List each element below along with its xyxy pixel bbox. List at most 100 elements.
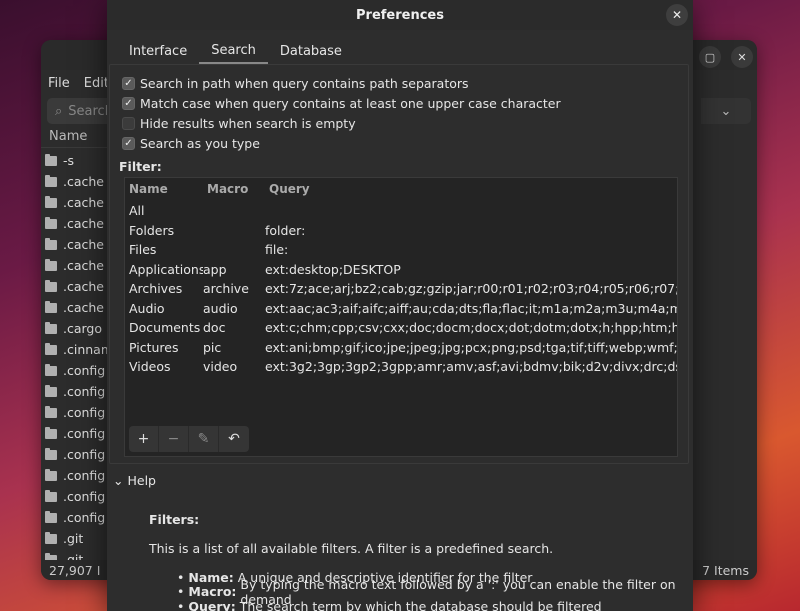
search-icon: ⌕	[55, 104, 62, 119]
table-row[interactable]: Picturespicext:ani;bmp;gif;ico;jpe;jpeg;…	[125, 338, 677, 358]
table-row[interactable]: All	[125, 201, 677, 221]
column-header-macro[interactable]: Macro	[203, 182, 265, 196]
folder-icon	[45, 240, 57, 250]
folder-icon	[45, 492, 57, 502]
folder-icon	[45, 219, 57, 229]
menu-edit[interactable]: Edit	[84, 76, 109, 91]
column-header-name[interactable]: Name	[41, 126, 107, 148]
folder-icon	[45, 282, 57, 292]
file-list-item[interactable]: .cache	[45, 276, 113, 297]
help-expander[interactable]: ⌄ Help	[113, 470, 156, 490]
table-header: Name Macro Query	[125, 178, 677, 200]
cell-macro: video	[203, 359, 265, 374]
option-search-as-you-type[interactable]: ✓ Search as you type	[122, 133, 561, 153]
table-row[interactable]: Filesfile:	[125, 240, 677, 260]
close-icon[interactable]: ✕	[731, 46, 753, 68]
tab-interface[interactable]: Interface	[117, 38, 199, 64]
cell-macro: pic	[203, 340, 265, 355]
help-section: Filters: This is a list of all available…	[149, 512, 679, 611]
tab-database[interactable]: Database	[268, 38, 354, 64]
file-list-item[interactable]: .cache	[45, 234, 113, 255]
option-match-case[interactable]: ✓ Match case when query contains at leas…	[122, 93, 561, 113]
remove-filter-button[interactable]: −	[159, 426, 189, 452]
file-list-item[interactable]: .config	[45, 507, 113, 528]
option-label: Search as you type	[140, 136, 260, 151]
checkbox[interactable]: ✓	[122, 77, 135, 90]
cell-macro: app	[203, 262, 265, 277]
column-header-name[interactable]: Name	[125, 182, 203, 196]
cell-name: Videos	[125, 359, 203, 374]
preferences-dialog: Preferences ✕ Interface Search Database …	[107, 0, 693, 611]
file-list-item[interactable]: .config	[45, 381, 113, 402]
cell-query: ext:3g2;3gp;3gp2;3gpp;amr;amv;asf;avi;bd…	[265, 359, 677, 374]
restore-defaults-button[interactable]: ↶	[219, 426, 249, 452]
help-list: Name: A unique and descriptive identifie…	[149, 570, 679, 611]
folder-icon	[45, 366, 57, 376]
close-icon[interactable]: ✕	[666, 4, 688, 26]
checkbox[interactable]: ✓	[122, 137, 135, 150]
checkbox[interactable]: ✓	[122, 97, 135, 110]
filter-rows: AllFoldersfolder:Filesfile:Applicationsa…	[125, 201, 677, 377]
option-search-in-path[interactable]: ✓ Search in path when query contains pat…	[122, 73, 561, 93]
file-name: .config	[63, 363, 105, 378]
folder-icon	[45, 324, 57, 334]
help-toggle-label: Help	[127, 473, 156, 488]
file-name: .cargo	[63, 321, 102, 336]
folder-icon	[45, 156, 57, 166]
file-list-item[interactable]: .cache	[45, 192, 113, 213]
cell-query: ext:desktop;DESKTOP	[265, 262, 677, 277]
table-row[interactable]: Applicationsappext:desktop;DESKTOP	[125, 260, 677, 280]
table-row[interactable]: Foldersfolder:	[125, 221, 677, 241]
file-list-item[interactable]: .cinnam	[45, 339, 113, 360]
maximize-icon[interactable]: ▢	[699, 46, 721, 68]
filter-toolbar: + − ✎ ↶	[129, 426, 249, 452]
table-row[interactable]: Documentsdocext:c;chm;cpp;csv;cxx;doc;do…	[125, 318, 677, 338]
cell-macro: audio	[203, 301, 265, 316]
cell-name: Files	[125, 242, 203, 257]
edit-filter-button[interactable]: ✎	[189, 426, 219, 452]
chevron-down-icon: ⌄	[113, 473, 123, 488]
help-heading: Filters:	[149, 512, 679, 527]
file-list-item[interactable]: .config	[45, 444, 113, 465]
folder-icon	[45, 534, 57, 544]
file-list-item[interactable]: .cache	[45, 255, 113, 276]
file-name: .config	[63, 426, 105, 441]
tab-search[interactable]: Search	[199, 38, 268, 64]
file-name: .cache	[63, 300, 104, 315]
filter-table: Name Macro Query AllFoldersfolder:Filesf…	[124, 177, 678, 457]
cell-name: Pictures	[125, 340, 203, 355]
column-header-query[interactable]: Query	[265, 182, 677, 196]
folder-icon	[45, 408, 57, 418]
file-list-item[interactable]: .config	[45, 423, 113, 444]
option-hide-results-empty[interactable]: Hide results when search is empty	[122, 113, 561, 133]
table-row[interactable]: Archivesarchiveext:7z;ace;arj;bz2;cab;gz…	[125, 279, 677, 299]
file-list-item[interactable]: .cache	[45, 213, 113, 234]
file-name: .config	[63, 510, 105, 525]
file-list-item[interactable]: .cargo	[45, 318, 113, 339]
checkbox[interactable]	[122, 117, 135, 130]
file-name: .cache	[63, 279, 104, 294]
file-list-item[interactable]: .git	[45, 528, 113, 549]
cell-query: ext:ani;bmp;gif;ico;jpe;jpeg;jpg;pcx;png…	[265, 340, 677, 355]
file-list-item[interactable]: .config	[45, 360, 113, 381]
help-term: Macro:	[188, 584, 236, 599]
add-filter-button[interactable]: +	[129, 426, 159, 452]
table-row[interactable]: Audioaudioext:aac;ac3;aif;aifc;aiff;au;c…	[125, 299, 677, 319]
cell-macro: doc	[203, 320, 265, 335]
table-row[interactable]: Videosvideoext:3g2;3gp;3gp2;3gpp;amr;amv…	[125, 357, 677, 377]
file-list-item[interactable]: -s	[45, 150, 113, 171]
cell-name: Audio	[125, 301, 203, 316]
file-name: .cinnam	[63, 342, 113, 357]
file-list-item[interactable]: .config	[45, 486, 113, 507]
file-list-item[interactable]: .cache	[45, 171, 113, 192]
file-list-item[interactable]: .config	[45, 465, 113, 486]
folder-icon	[45, 303, 57, 313]
file-list-item[interactable]: .cache	[45, 297, 113, 318]
folder-icon	[45, 513, 57, 523]
file-list-item[interactable]: .config	[45, 402, 113, 423]
chevron-down-icon[interactable]: ⌄	[701, 98, 751, 124]
cell-macro: archive	[203, 281, 265, 296]
help-term: Query:	[188, 599, 235, 611]
menu-file[interactable]: File	[48, 76, 70, 91]
folder-icon	[45, 345, 57, 355]
